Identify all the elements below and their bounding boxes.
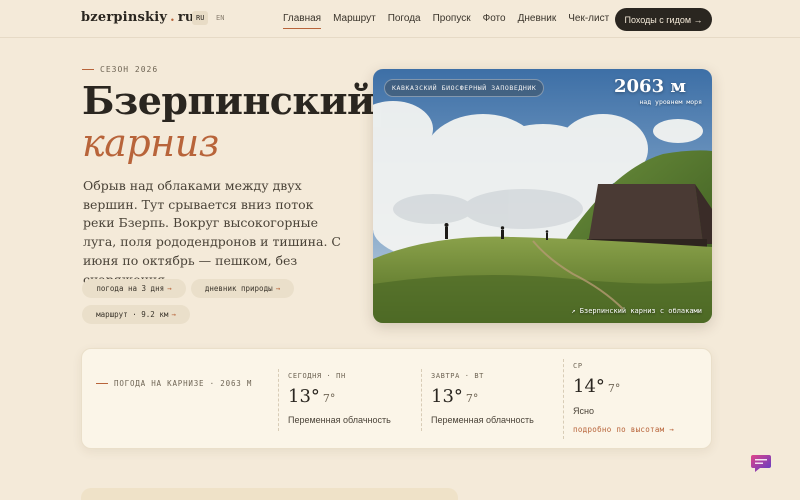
site-logo[interactable]: bzerpinskiy. ru (81, 10, 195, 25)
temp-high: 13° (288, 386, 320, 407)
nav-link-diary[interactable]: Дневник (518, 13, 557, 29)
lang-en-button[interactable]: EN (212, 11, 228, 25)
temp-low: 7° (607, 382, 621, 395)
nav-link-weather[interactable]: Погода (388, 13, 421, 29)
season-text: СЕЗОН 2026 (100, 65, 159, 74)
season-label: СЕЗОН 2026 (82, 65, 158, 74)
weather-description: Переменная облачность (431, 415, 534, 425)
weather-day-today: СЕГОДНЯ · ПН 13° 7° Переменная облачность (278, 369, 418, 431)
hero-lead-text: Обрыв над облаками между двух вершин. Ту… (83, 178, 341, 287)
next-section-card (81, 488, 458, 500)
nav-links: Главная Маршрут Погода Пропуск Фото Днев… (283, 13, 609, 29)
chip-nature-diary[interactable]: дневник природы → (191, 279, 294, 298)
weather-description: Переменная облачность (288, 415, 391, 425)
weather-card: ПОГОДА НА КАРНИЗЕ · 2063 М СЕГОДНЯ · ПН … (81, 348, 712, 449)
photo-caption: ↗ Бзерпинский карниз с облаками (571, 307, 702, 315)
chip-label: погода на 3 дня (96, 284, 165, 293)
weather-label-text: ПОГОДА НА КАРНИЗЕ · 2063 М (114, 379, 253, 388)
guided-tours-button[interactable]: Походы с гидом → (615, 8, 712, 31)
nav-link-pass[interactable]: Пропуск (433, 13, 471, 29)
chip-weather-3-days[interactable]: погода на 3 дня → (82, 279, 186, 298)
temp-low: 7° (465, 392, 479, 405)
hero-title-line2: карниз (82, 121, 219, 165)
weather-day-tomorrow: ЗАВТРА · ВТ 13° 7° Переменная облачность (421, 369, 561, 431)
weather-day-wednesday: СР 14° 7° Ясно подробно по высотам → (563, 359, 708, 439)
arrow-right-icon: → (167, 284, 172, 293)
altitude-subtitle: над уровнем моря (639, 98, 702, 106)
top-nav: bzerpinskiy. ru RU EN Главная Маршрут Пог… (0, 0, 800, 38)
chip-label: маршрут · 9.2 км (96, 310, 169, 319)
altitude-value: 2063 м (614, 76, 686, 97)
nav-link-checklist[interactable]: Чек-лист (568, 13, 609, 29)
weather-day-name: СР (573, 362, 583, 370)
nav-link-route[interactable]: Маршрут (333, 13, 376, 29)
weather-description: Ясно (573, 406, 594, 416)
temp-high: 13° (431, 386, 463, 407)
arrow-right-icon: → (171, 310, 176, 319)
logo-dot: . (170, 10, 175, 25)
nav-link-home[interactable]: Главная (283, 13, 322, 29)
temp-high: 14° (573, 376, 605, 397)
chip-label: дневник природы (204, 284, 273, 293)
lang-ru-button[interactable]: RU (192, 11, 209, 25)
temp-low: 7° (322, 392, 336, 405)
landscape-illustration (373, 69, 712, 323)
weather-day-name: СЕГОДНЯ · ПН (288, 372, 346, 380)
weather-temp: 13° 7° (431, 386, 478, 407)
chip-route-distance[interactable]: маршрут · 9.2 км → (82, 305, 190, 324)
weather-day-name: ЗАВТРА · ВТ (431, 372, 484, 380)
weather-label: ПОГОДА НА КАРНИЗЕ · 2063 М (96, 379, 252, 388)
weather-temp: 14° 7° (573, 376, 620, 397)
arrow-right-icon: → (275, 284, 281, 293)
reserve-badge: КАВКАЗСКИЙ БИОСФЕРНЫЙ ЗАПОВЕДНИК (384, 79, 545, 97)
weather-label-line (96, 383, 108, 384)
nav-link-photo[interactable]: Фото (483, 13, 506, 29)
hero-photo[interactable]: КАВКАЗСКИЙ БИОСФЕРНЫЙ ЗАПОВЕДНИК 2063 м … (373, 69, 712, 323)
logo-main: bzerpinskiy (81, 10, 168, 25)
hero-title-line1: Бзерпинский (82, 78, 375, 123)
weather-temp: 13° 7° (288, 386, 335, 407)
chat-bubble-icon[interactable] (749, 451, 773, 475)
season-line (82, 69, 94, 70)
weather-details-link[interactable]: подробно по высотам → (573, 425, 674, 434)
